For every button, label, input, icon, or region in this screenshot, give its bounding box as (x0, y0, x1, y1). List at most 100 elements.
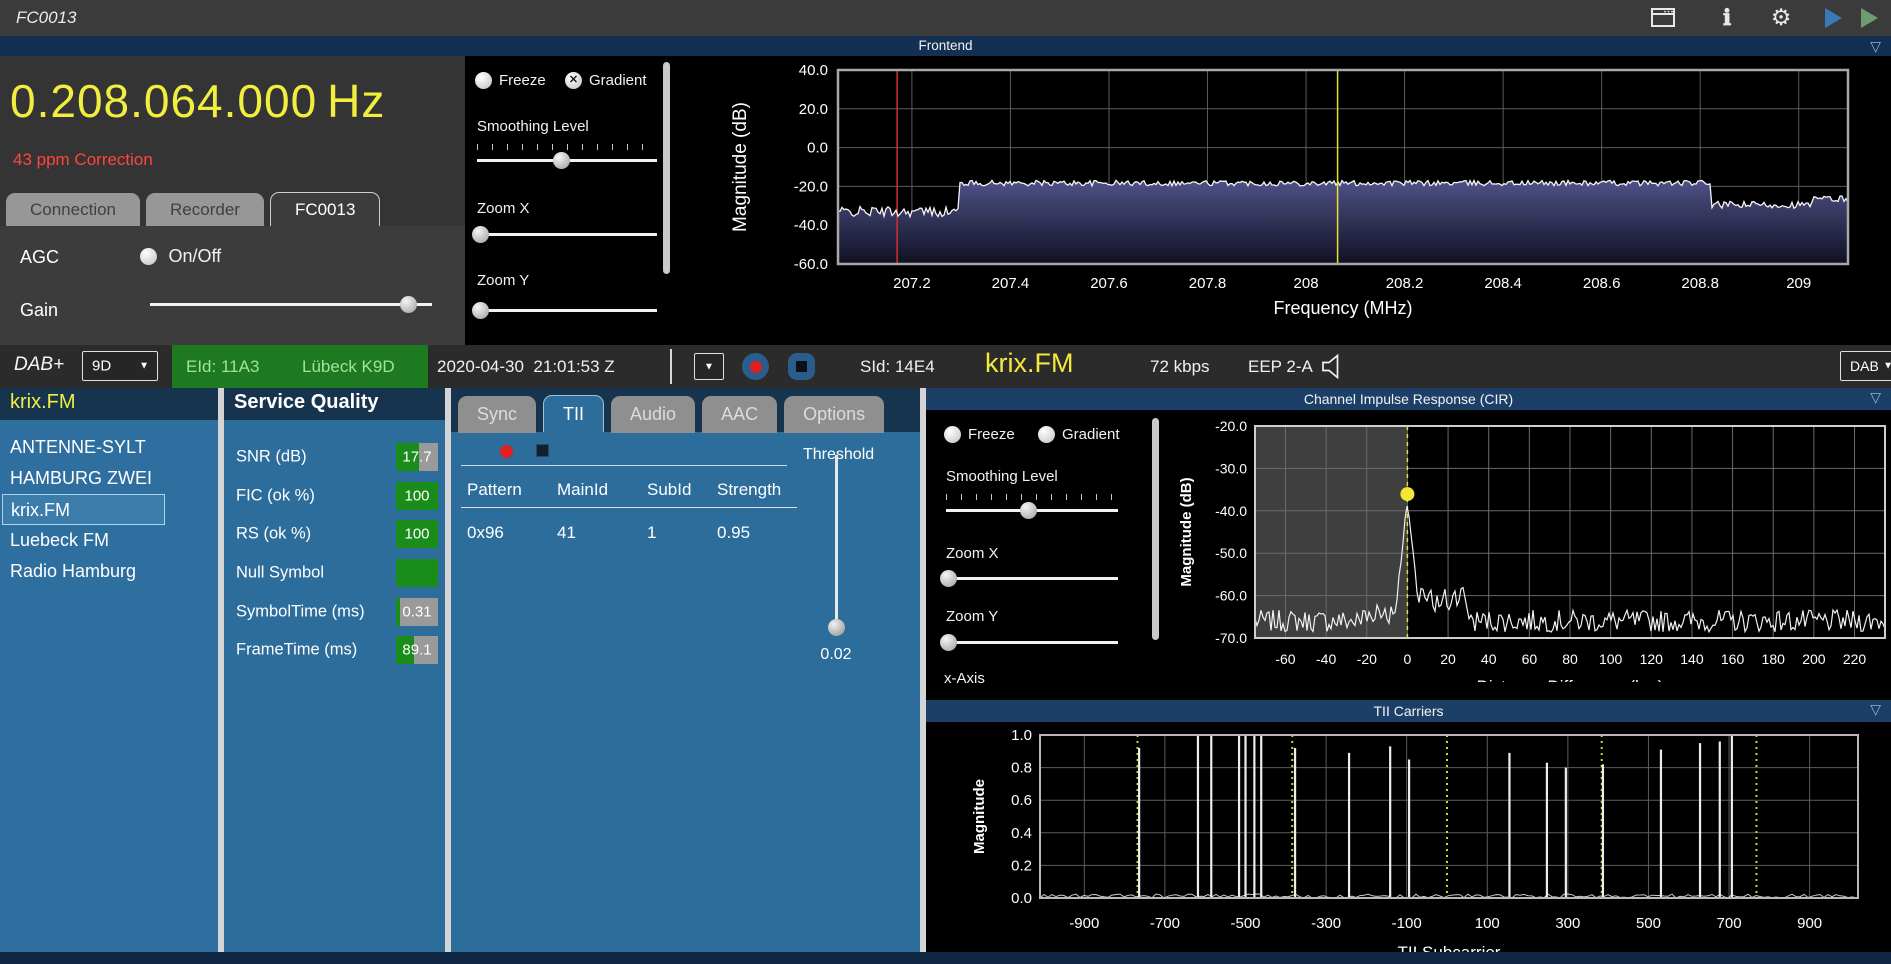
cir-body: Freeze Gradient Smoothing Level Zoom X Z… (926, 410, 1891, 695)
spectrum-zoomx-label: Zoom X (477, 200, 530, 217)
cir-plot-svg[interactable]: -60 -40 -20 0 20 40 60 80 100 120 140 160 180 200 220 -… (1165, 410, 1891, 682)
station-list-item[interactable]: Luebeck FM (0, 525, 218, 556)
dab-mode-label: DAB+ (14, 354, 65, 375)
decoder-tab-audio[interactable]: Audio (611, 396, 696, 433)
svg-text:500: 500 (1636, 915, 1661, 932)
svg-text:208.4: 208.4 (1484, 275, 1522, 292)
svg-text:1.0: 1.0 (1011, 727, 1032, 744)
spectrum-freeze-radio[interactable]: Freeze (475, 72, 546, 90)
cir-smoothing-label: Smoothing Level (946, 468, 1058, 485)
threshold-value: 0.02 (820, 646, 852, 663)
gain-slider[interactable] (150, 296, 432, 313)
tuner-tab-recorder[interactable]: Recorder (146, 193, 264, 227)
cir-zoomx-slider[interactable] (940, 570, 1118, 587)
lower-region: krix.FM ANTENNE-SYLT HAMBURG ZWEI krix.FM L… (0, 388, 1891, 952)
window-restore-icon[interactable] (1650, 5, 1676, 31)
cir-gradient-radio[interactable]: Gradient (1038, 426, 1120, 444)
quality-value-badge: 89.1 (396, 636, 438, 665)
settings-gear-icon[interactable]: ⚙ (1768, 5, 1794, 31)
cir-controls-scrollbar[interactable] (1152, 418, 1159, 640)
svg-text:300: 300 (1555, 915, 1580, 932)
threshold-slider-handle[interactable] (828, 619, 845, 636)
spectrum-zoomy-label: Zoom Y (477, 272, 530, 289)
quality-value-badge: 0.31 (396, 597, 438, 626)
spectrum-smoothing-slider[interactable] (477, 152, 657, 169)
cir-smoothing-slider[interactable] (946, 502, 1118, 519)
spectrum-controls-scrollbar[interactable] (663, 62, 670, 274)
tuner-tab-fc0013[interactable]: FC0013 (269, 192, 381, 226)
cir-header: Channel Impulse Response (CIR) ▽ (926, 388, 1891, 410)
svg-text:-50.0: -50.0 (1215, 545, 1247, 561)
tii-collapse-icon[interactable]: ▽ (1870, 700, 1881, 718)
spectrum-plot[interactable]: 207.2 207.4 207.6 207.8 208 208.2 208.4 208.6 20… (672, 56, 1891, 345)
station-panel-header: krix.FM (0, 388, 218, 420)
start-recording-playback-icon[interactable] (1856, 5, 1882, 31)
tii-table-row: 0x96 41 1 0.95 (461, 508, 797, 543)
quality-value: 100 (404, 525, 430, 543)
service-quality-header: Service Quality (224, 388, 445, 420)
info-icon[interactable]: ℹ (1714, 5, 1740, 31)
decoder-tab-sync[interactable]: Sync (458, 396, 537, 433)
cir-collapse-icon[interactable]: ▽ (1870, 388, 1881, 406)
tii-body: -900 -700 -500 -300 -100 100 300 500 700 900 1.0 0.… (926, 722, 1891, 952)
tii-table-header: Strength (717, 480, 782, 499)
tii-plot-svg[interactable]: -900 -700 -500 -300 -100 100 300 500 700 900 1.0 0.… (926, 722, 1891, 952)
station-list-item[interactable]: krix.FM (2, 494, 165, 525)
speaker-icon[interactable] (1320, 353, 1346, 385)
svg-text:20.0: 20.0 (799, 101, 828, 118)
spectrum-gradient-radio[interactable]: Gradient (565, 72, 647, 90)
spectrum-zoomy-slider[interactable] (471, 302, 657, 319)
output-mode-dropdown[interactable]: DAB ▼ (1840, 351, 1891, 381)
datetime-display: 2020-04-30 21:01:53 Z (437, 356, 615, 376)
gain-label: Gain (20, 300, 59, 320)
quality-value-badge: 100 (396, 481, 438, 510)
dab-status-bar: DAB+ 9D ▼ EId: 11A3 Lübeck K9D 2020-04-3… (0, 345, 1891, 388)
quality-value: 100 (404, 487, 430, 505)
stop-button[interactable] (788, 353, 815, 380)
threshold-slider-track[interactable] (835, 455, 838, 628)
agc-radio[interactable]: On/Off (140, 246, 221, 267)
svg-text:-30.0: -30.0 (1215, 460, 1247, 476)
quality-label: FrameTime (ms) (236, 640, 358, 659)
tii-stop-square-icon[interactable] (536, 444, 549, 457)
quality-value-badge: 100 (396, 520, 438, 549)
agc-label: AGC (20, 247, 60, 267)
svg-text:100: 100 (1475, 915, 1500, 932)
start-playback-icon[interactable] (1820, 5, 1846, 31)
chevron-down-icon: ▼ (704, 360, 714, 372)
cir-zoomy-label: Zoom Y (946, 608, 999, 625)
svg-text:-60.0: -60.0 (1215, 588, 1247, 604)
tii-title: TII Carriers (1373, 703, 1444, 719)
quality-row: RS (ok %) 100 (224, 515, 445, 554)
channel-dropdown[interactable]: 9D ▼ (82, 351, 158, 381)
frontend-collapse-icon[interactable]: ▽ (1870, 37, 1881, 55)
svg-text:208.8: 208.8 (1681, 275, 1719, 292)
service-id: SId: 14E4 (860, 356, 935, 376)
station-list-item[interactable]: HAMBURG ZWEI (0, 463, 218, 494)
agc-radio-circle[interactable] (140, 248, 157, 265)
svg-text:-60.0: -60.0 (794, 256, 828, 273)
svg-text:-20.0: -20.0 (1215, 418, 1247, 434)
tii-table-cell: 0x96 (467, 523, 504, 542)
decoder-tab-options[interactable]: Options (784, 396, 885, 433)
svg-text:207.2: 207.2 (893, 275, 931, 292)
spectrum-zoomx-slider[interactable] (471, 226, 657, 243)
tii-table-cell: 1 (647, 523, 657, 542)
tuner-tab-connection[interactable]: Connection (6, 193, 141, 227)
decoder-tab-tii[interactable]: TII (543, 395, 605, 432)
tii-record-dot-icon[interactable] (500, 445, 513, 458)
svg-text:Frequency (MHz): Frequency (MHz) (1273, 298, 1412, 318)
cir-freeze-radio[interactable]: Freeze (944, 426, 1015, 444)
record-options-dropdown[interactable]: ▼ (694, 353, 724, 380)
frontend-spectrum-svg: 207.2 207.4 207.6 207.8 208 208.2 208.4 208.6 20… (730, 62, 1850, 318)
svg-text:60: 60 (1522, 651, 1538, 667)
station-list-item[interactable]: ANTENNE-SYLT (0, 432, 218, 463)
cir-zoomy-slider[interactable] (940, 634, 1118, 651)
station-list-item[interactable]: Radio Hamburg (0, 556, 218, 587)
ppm-correction: 43 ppm Correction (13, 150, 153, 169)
record-button[interactable] (742, 353, 769, 380)
title-bar: FC0013 ℹ ⚙ (0, 0, 1891, 36)
tii-table-header: SubId (647, 480, 692, 499)
svg-text:160: 160 (1721, 651, 1745, 667)
decoder-tab-aac[interactable]: AAC (702, 396, 778, 433)
